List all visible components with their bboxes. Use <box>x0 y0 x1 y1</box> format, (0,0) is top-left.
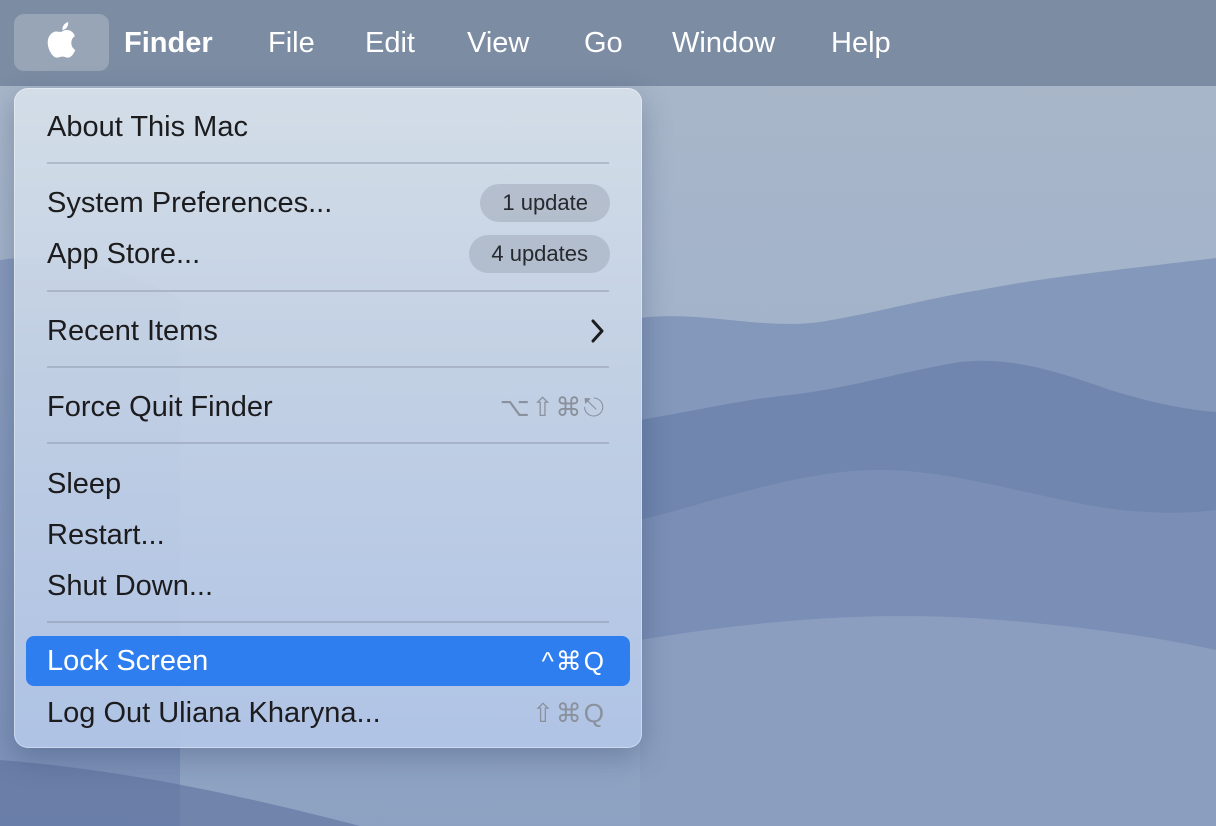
update-badge: 1 update <box>480 184 610 222</box>
apple-logo-icon <box>45 21 79 64</box>
menu-separator <box>47 621 609 623</box>
menu-go[interactable]: Go <box>584 24 623 62</box>
menu-item-label: App Store... <box>47 238 201 270</box>
update-badge: 4 updates <box>469 235 610 273</box>
menu-item-force-quit[interactable]: Force Quit Finder ⌥⇧⌘⎋ <box>26 382 630 432</box>
menu-item-label: Lock Screen <box>47 645 209 677</box>
menu-view[interactable]: View <box>467 24 529 62</box>
keyboard-shortcut: ⇧⌘Q <box>531 698 606 728</box>
menu-item-lock-screen[interactable]: Lock Screen ^⌘Q <box>26 636 630 686</box>
menu-item-log-out[interactable]: Log Out Uliana Kharyna... ⇧⌘Q <box>26 688 630 738</box>
menu-file[interactable]: File <box>268 24 315 62</box>
menu-item-app-store[interactable]: App Store... 4 updates <box>26 229 630 279</box>
menu-item-system-preferences[interactable]: System Preferences... 1 update <box>26 178 630 228</box>
menu-bar: Finder File Edit View Go Window Help <box>0 0 1216 86</box>
menu-item-about-this-mac[interactable]: About This Mac <box>26 102 630 152</box>
menu-window[interactable]: Window <box>672 24 775 62</box>
menu-item-label: Force Quit Finder <box>47 391 273 423</box>
apple-menu-dropdown: About This Mac System Preferences... 1 u… <box>14 88 642 748</box>
apple-menu-button[interactable] <box>14 14 109 71</box>
menu-separator <box>47 366 609 368</box>
menu-item-label: About This Mac <box>47 111 248 143</box>
keyboard-shortcut: ⌥⇧⌘⎋ <box>499 392 606 422</box>
menu-help[interactable]: Help <box>831 24 891 62</box>
menu-item-label: Sleep <box>47 468 122 500</box>
menu-finder[interactable]: Finder <box>124 24 213 62</box>
menu-item-sleep[interactable]: Sleep <box>26 459 630 509</box>
menu-item-restart[interactable]: Restart... <box>26 510 630 560</box>
menu-item-label: Recent Items <box>47 315 218 347</box>
menu-item-label: System Preferences... <box>47 187 333 219</box>
menu-item-recent-items[interactable]: Recent Items <box>26 306 630 356</box>
keyboard-shortcut: ^⌘Q <box>541 646 606 676</box>
menu-item-label: Restart... <box>47 519 165 551</box>
chevron-right-icon <box>590 319 604 348</box>
menu-item-label: Shut Down... <box>47 570 214 602</box>
menu-edit[interactable]: Edit <box>365 24 415 62</box>
menu-separator <box>47 162 609 164</box>
menu-separator <box>47 290 609 292</box>
menu-item-shut-down[interactable]: Shut Down... <box>26 561 630 611</box>
menu-separator <box>47 442 609 444</box>
menu-item-label: Log Out Uliana Kharyna... <box>47 697 381 729</box>
